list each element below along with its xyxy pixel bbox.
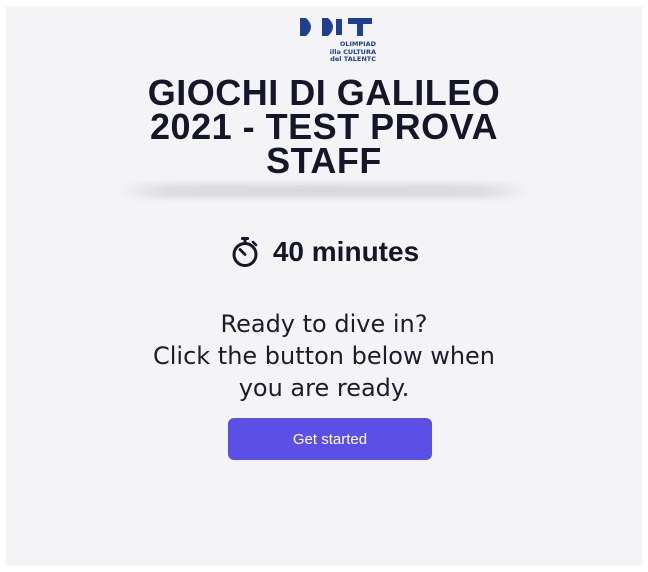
blurred-subtitle: [118, 184, 530, 198]
logo-text-line-3: del TALENTC: [330, 55, 376, 63]
duration-label: 40 minutes: [272, 236, 420, 267]
title-line-1: GIOCHI DI GALILEO: [147, 72, 501, 113]
duration-info: 40 minutes: [6, 232, 642, 272]
title-line-2: 2021 - TEST PROVA: [150, 106, 498, 147]
logo-mark-icon: [300, 18, 372, 36]
page-title: GIOCHI DI GALILEO 2021 - TEST PROVA STAF…: [6, 72, 642, 181]
ready-message: Ready to dive in? Click the button below…: [6, 308, 642, 404]
get-started-button[interactable]: Get started: [228, 418, 432, 460]
quiz-intro-screen: OLIMPIAD illa CULTURA del TALENTC GIOCHI…: [6, 6, 642, 566]
message-line-3: you are ready.: [238, 374, 410, 402]
message-line-1: Ready to dive in?: [220, 310, 428, 338]
olympiad-logo: OLIMPIAD illa CULTURA del TALENTC: [292, 16, 376, 68]
message-line-2: Click the button below when: [152, 342, 496, 370]
timer-icon: [232, 237, 258, 267]
title-line-3: STAFF: [266, 140, 382, 181]
